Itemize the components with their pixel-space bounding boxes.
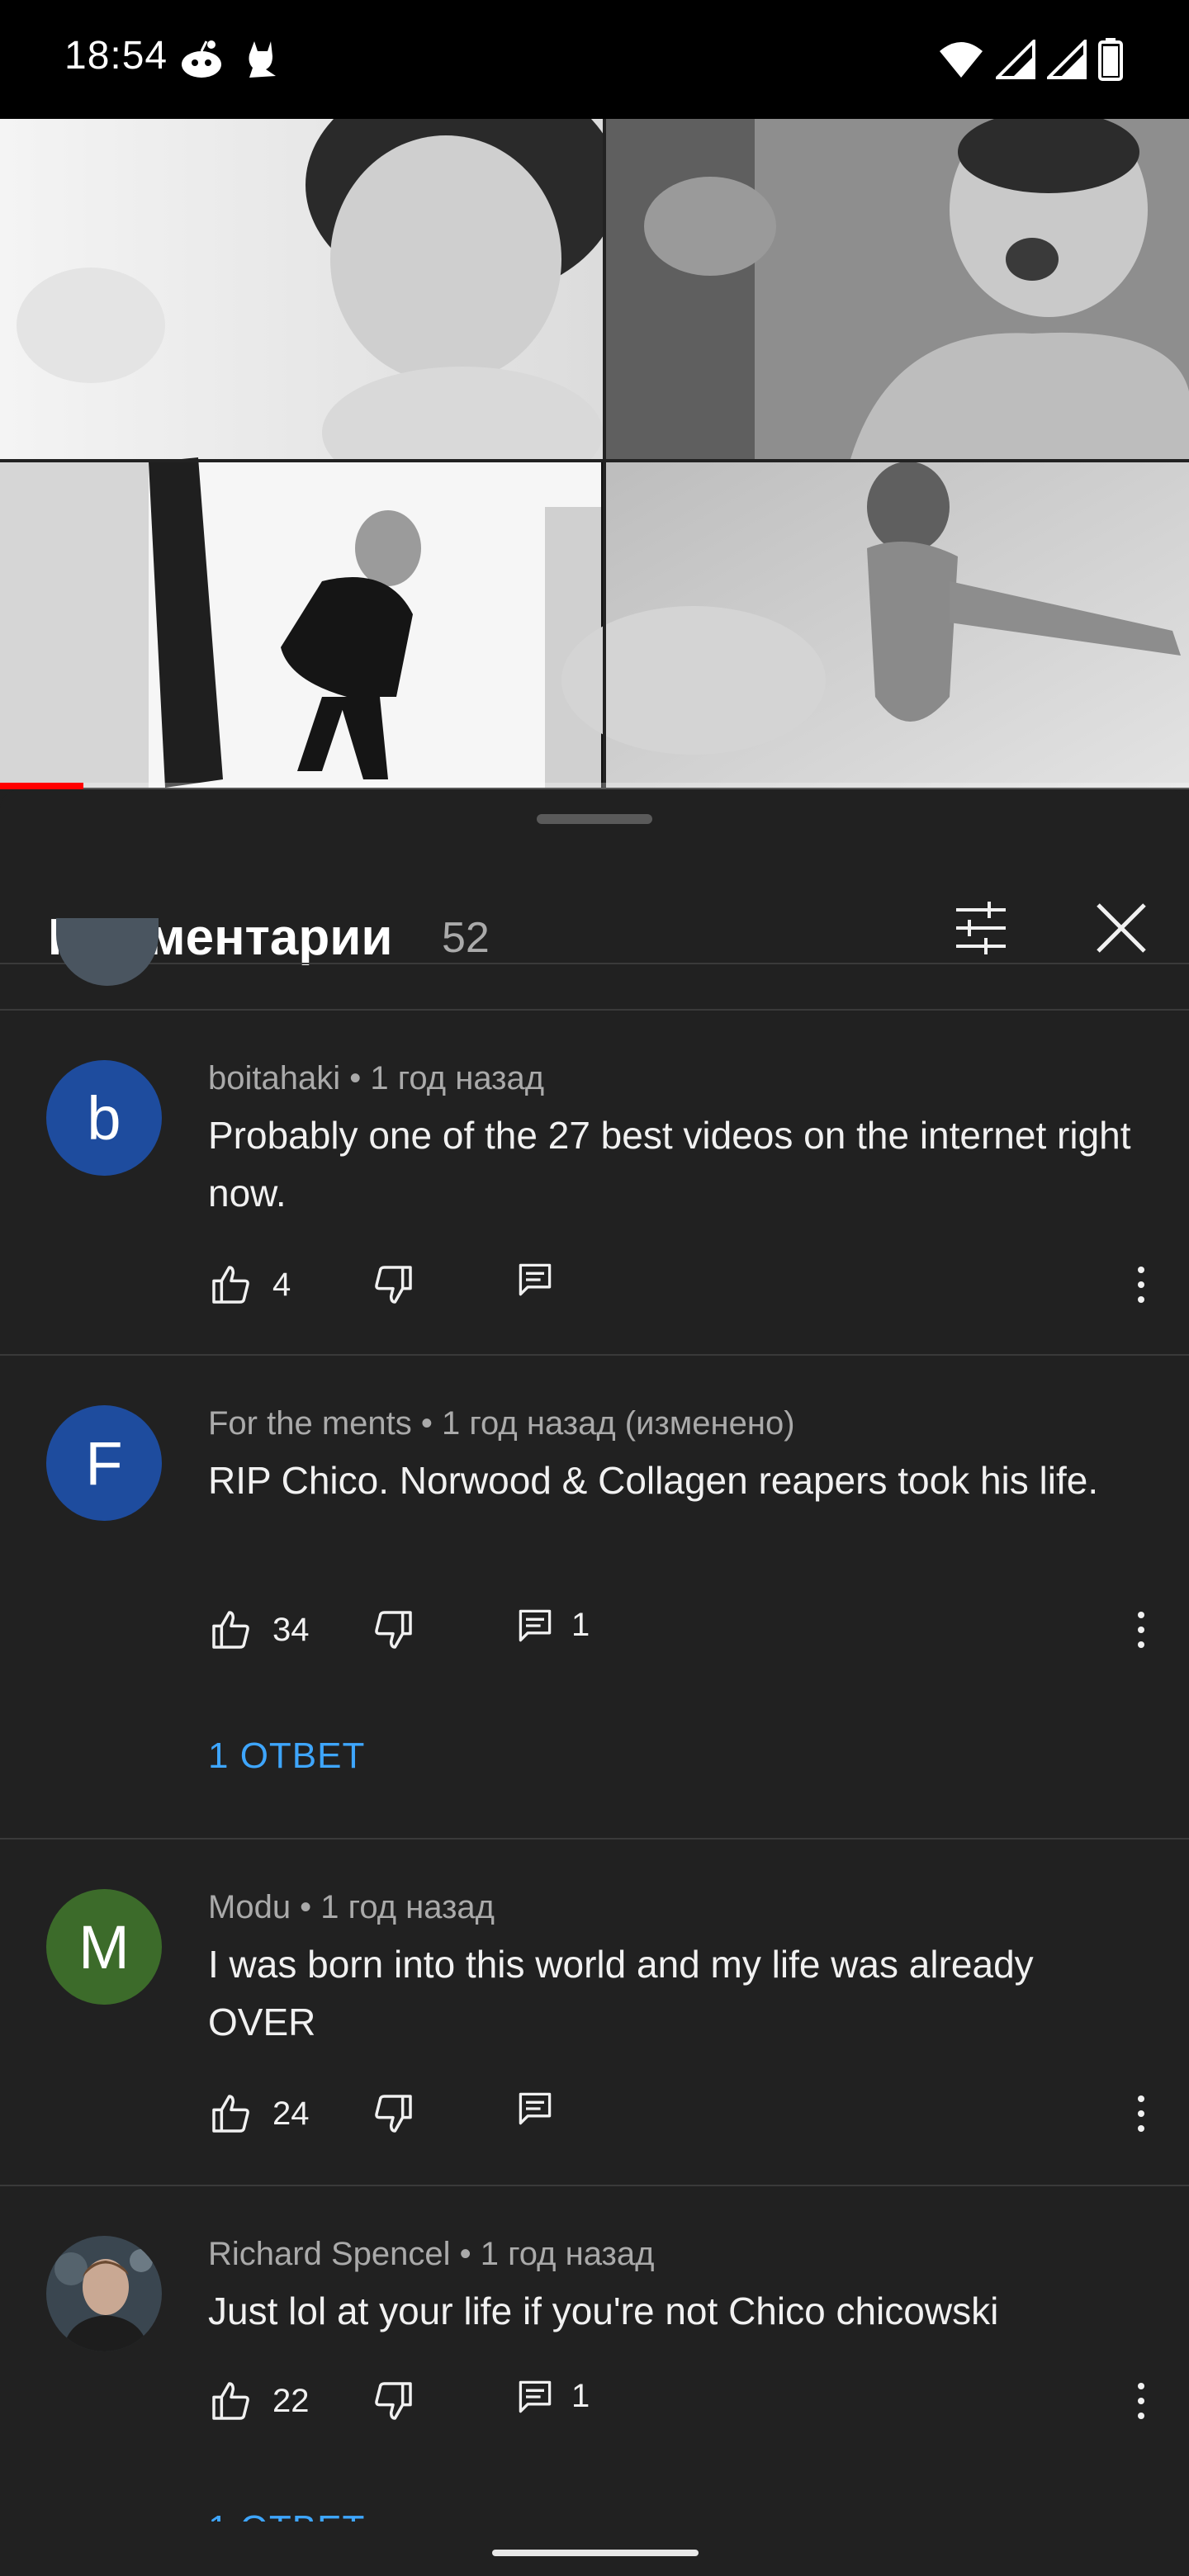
more-options-icon[interactable] — [1125, 1262, 1158, 1308]
reply-button[interactable]: 1 — [517, 1607, 590, 1644]
video-frame — [0, 119, 1189, 788]
comment-text: I was born into this world and my life w… — [208, 1943, 1034, 2043]
dislike-button[interactable] — [370, 2378, 416, 2424]
battery-icon — [1098, 38, 1123, 81]
comment-actions: 22 1 — [208, 2378, 1158, 2427]
cat-icon — [249, 41, 276, 78]
comments-header: Комментарии 52 — [0, 839, 1189, 966]
comment-actions: 4 — [208, 1262, 1158, 1311]
dislike-button[interactable] — [370, 1262, 416, 1308]
avatar[interactable] — [46, 2236, 162, 2351]
more-options-icon[interactable] — [1125, 2091, 1158, 2137]
reply-icon — [519, 2380, 552, 2413]
comment-actions: 34 1 — [208, 1607, 1158, 1656]
comment-text: RIP Chico. Norwood & Collagen reapers to… — [208, 1459, 1099, 1502]
comment-divider — [0, 1838, 1189, 1840]
comment-actions: 24 — [208, 2091, 1158, 2140]
avatar[interactable]: F — [46, 1405, 162, 1521]
like-button[interactable]: 4 — [208, 1262, 291, 1308]
comment-meta: For the ments • 1 год назад (изменено) — [208, 1405, 795, 1442]
video-progress-track[interactable] — [0, 783, 1189, 789]
thumbs-down-icon — [375, 2382, 412, 2420]
thumbs-up-icon — [212, 2382, 249, 2420]
comment-divider — [0, 1354, 1189, 1356]
view-replies-link[interactable]: 1 ОТВЕТ — [208, 1735, 365, 1777]
thumbs-down-icon — [375, 1266, 412, 1304]
header-divider — [0, 963, 1189, 964]
video-player[interactable] — [0, 119, 1189, 788]
like-count: 4 — [272, 1266, 291, 1303]
comment-divider — [0, 2185, 1189, 2186]
reply-icon — [519, 1263, 552, 1296]
close-icon[interactable] — [1090, 897, 1153, 959]
reddit-icon — [182, 40, 221, 78]
comment-divider — [0, 1009, 1189, 1011]
avatar-photo — [46, 2236, 162, 2351]
thumbs-up-icon — [212, 2095, 249, 2133]
reply-button[interactable]: 1 — [517, 2378, 590, 2415]
thumbs-up-icon — [212, 1611, 249, 1649]
like-button[interactable]: 24 — [208, 2091, 310, 2137]
comment-meta: Richard Spencel • 1 год назад — [208, 2236, 655, 2272]
avatar[interactable]: M — [46, 1889, 162, 2005]
comment-text: Probably one of the 27 best videos on th… — [208, 1114, 1131, 1215]
like-button[interactable]: 34 — [208, 1607, 310, 1653]
more-options-icon[interactable] — [1125, 2378, 1158, 2424]
reply-button[interactable] — [517, 1262, 571, 1298]
thumbs-down-icon — [375, 2095, 412, 2133]
tune-icon[interactable] — [950, 897, 1012, 959]
comment-text: Just lol at your life if you're not Chic… — [208, 2290, 999, 2332]
thumbs-up-icon — [212, 1266, 249, 1304]
reply-count: 1 — [571, 2378, 590, 2414]
comments-count: 52 — [442, 914, 490, 962]
status-bar: 18:54 — [0, 0, 1189, 119]
thumbs-down-icon — [375, 1611, 412, 1649]
like-button[interactable]: 22 — [208, 2378, 310, 2424]
comment-meta: Modu • 1 год назад — [208, 1889, 495, 1925]
comment-meta: boitahaki • 1 год назад — [208, 1060, 545, 1096]
signal-icon — [1047, 40, 1087, 79]
reply-count: 1 — [571, 1607, 590, 1643]
reply-button[interactable] — [517, 2091, 571, 2127]
wifi-icon — [940, 42, 983, 78]
reply-icon — [519, 2092, 552, 2125]
like-count: 34 — [272, 1611, 310, 1648]
avatar[interactable]: b — [46, 1060, 162, 1176]
status-time: 18:54 — [64, 34, 168, 78]
like-count: 22 — [272, 2382, 310, 2419]
dislike-button[interactable] — [370, 1607, 416, 1653]
like-count: 24 — [272, 2095, 310, 2132]
reply-icon — [519, 1609, 552, 1641]
drag-handle[interactable] — [537, 814, 652, 824]
more-options-icon[interactable] — [1125, 1607, 1158, 1653]
gesture-nav-bar[interactable] — [492, 2550, 699, 2556]
video-progress-fill — [0, 783, 83, 789]
dislike-button[interactable] — [370, 2091, 416, 2137]
signal-icon — [996, 40, 1035, 79]
bottom-fade — [0, 2522, 1189, 2576]
